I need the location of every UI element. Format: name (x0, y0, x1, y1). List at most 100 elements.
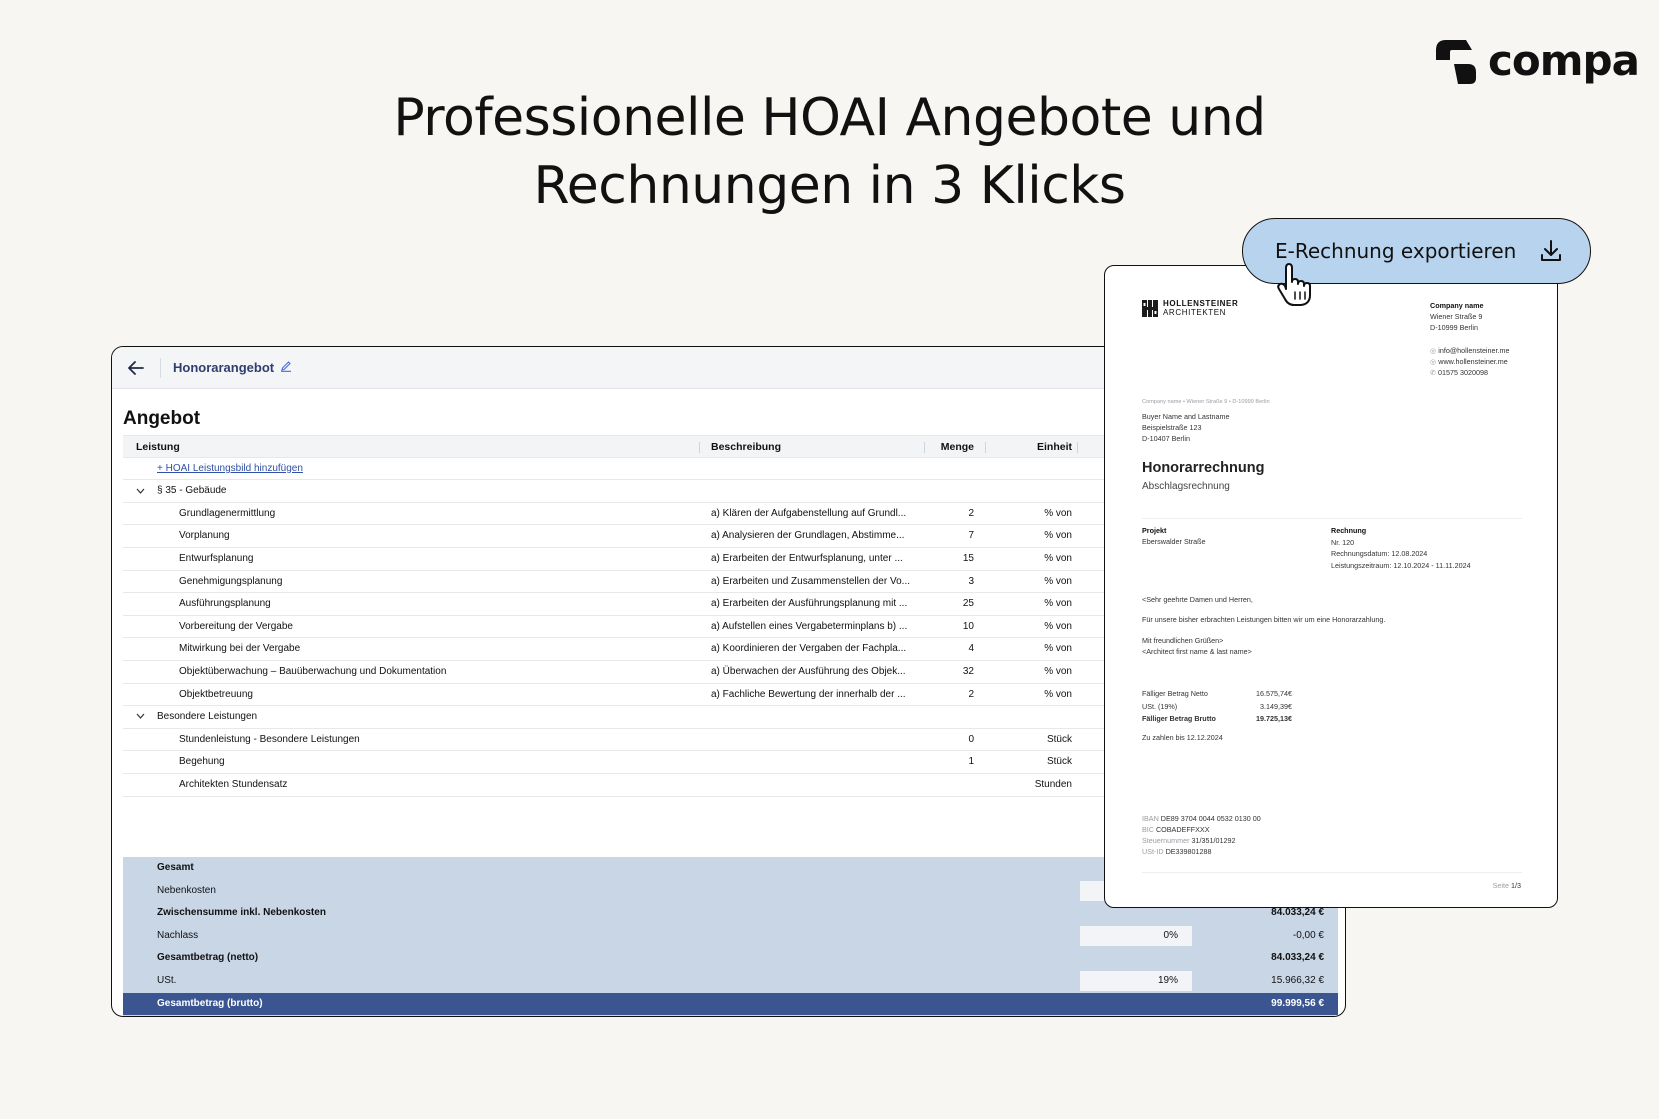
project-label: Projekt (1142, 526, 1167, 535)
buyer-name: Buyer Name and Lastname (1142, 412, 1230, 421)
totals-row: USt. 19% 15.966,32 € (123, 970, 1338, 993)
cell-menge[interactable]: 3 (968, 571, 974, 593)
cell-beschreibung: a) Klären der Aufgabenstellung auf Grund… (711, 507, 907, 519)
invoice-title: Honorarrechnung (1142, 460, 1265, 476)
column-header-menge[interactable]: Menge (941, 436, 974, 458)
invoice-subtitle: Abschlagsrechnung (1142, 481, 1230, 492)
cell-menge[interactable]: 7 (968, 525, 974, 547)
column-divider[interactable] (985, 442, 986, 453)
sender-line: Company name • Wiener Straße 9 • D-10999… (1142, 399, 1270, 405)
company-phone: 01575 3020098 (1438, 368, 1488, 377)
pencil-icon[interactable] (280, 360, 292, 375)
cell-einheit[interactable]: % von (1044, 571, 1072, 593)
totals-label: Gesamt (157, 862, 194, 873)
cell-menge[interactable]: 15 (963, 548, 974, 570)
totals-label: Zwischensumme inkl. Nebenkosten (157, 907, 326, 919)
architect-logo-mark-icon (1142, 299, 1158, 317)
totals-value: -0,00 € (1292, 929, 1324, 941)
cell-einheit[interactable]: % von (1044, 616, 1072, 638)
totals-value: 84.033,24 € (1271, 952, 1324, 964)
bank-label: Steuernummer (1142, 836, 1190, 845)
cell-einheit[interactable]: % von (1044, 661, 1072, 683)
cell-menge[interactable]: 10 (963, 616, 974, 638)
totals-label: Nebenkosten (157, 884, 216, 896)
cell-leistung: Genehmigungsplanung (179, 575, 283, 587)
cell-menge[interactable]: 2 (968, 503, 974, 525)
column-divider[interactable] (699, 442, 700, 453)
bank-label: USt-ID (1142, 847, 1164, 856)
project-block: Projekt Eberswalder Straße (1142, 525, 1206, 547)
cell-einheit[interactable]: % von (1044, 503, 1072, 525)
compa-logo-mark-icon (1436, 40, 1476, 84)
cell-leistung: Ausführungsplanung (179, 598, 271, 610)
chevron-down-icon[interactable] (136, 706, 145, 728)
column-header-leistung[interactable]: Leistung (136, 436, 180, 458)
percent-input[interactable]: 19% (1080, 970, 1192, 991)
cell-leistung: Vorbereitung der Vergabe (179, 620, 293, 632)
cell-leistung: Vorplanung (179, 530, 230, 542)
column-divider[interactable] (1077, 442, 1078, 453)
totals-label: Nachlass (157, 929, 199, 941)
cell-menge[interactable]: 1 (968, 751, 974, 773)
company-address: Company name Wiener Straße 9 D-10999 Ber… (1430, 300, 1484, 333)
invoice-preview: HOLLENSTEINER ARCHITEKTEN Company name W… (1104, 265, 1558, 908)
cell-leistung: Entwurfsplanung (179, 552, 254, 564)
column-header-einheit[interactable]: Einheit (1037, 436, 1072, 458)
column-header-beschreibung[interactable]: Beschreibung (711, 436, 781, 458)
group-title: § 35 - Gebäude (157, 485, 227, 497)
cell-einheit[interactable]: Stunden (1035, 774, 1072, 796)
cell-leistung: Begehung (179, 756, 225, 768)
download-icon (1541, 240, 1561, 261)
phone-icon: ✆ (1430, 368, 1439, 377)
company-city: D-10999 Berlin (1430, 323, 1478, 332)
totals-value: 99.999,56 € (1271, 997, 1324, 1009)
hand-pointer-icon (1277, 263, 1311, 306)
project-value: Eberswalder Straße (1142, 537, 1206, 546)
bank-row: IBAN DE89 3704 0044 0532 0130 00 (1142, 813, 1261, 824)
cell-beschreibung: a) Fachliche Bewertung der innerhalb der… (711, 688, 906, 700)
divider (1142, 518, 1522, 519)
totals-row: Gesamtbetrag (brutto) 99.999,56 € (123, 992, 1338, 1016)
cell-menge[interactable]: 25 (963, 593, 974, 615)
cell-einheit[interactable]: % von (1044, 525, 1072, 547)
cell-menge[interactable]: 4 (968, 638, 974, 660)
cell-beschreibung: a) Erarbeiten der Entwurfsplanung, unter… (711, 552, 903, 564)
page-label: Seite (1492, 881, 1509, 890)
invoice-number: Nr. 120 (1331, 537, 1355, 547)
cell-einheit[interactable]: Stück (1047, 729, 1072, 751)
signature: <Architect first name & last name> (1142, 647, 1252, 656)
architect-logo-line-2: ARCHITEKTEN (1163, 308, 1227, 317)
company-web: www.hollensteiner.me (1438, 357, 1508, 366)
cell-menge[interactable]: 32 (963, 661, 974, 683)
back-arrow-icon[interactable] (126, 358, 146, 378)
cell-leistung: Stundenleistung - Besondere Leistungen (179, 733, 360, 745)
page-value: 1/3 (1511, 881, 1521, 890)
greeting: <Sehr geehrte Damen und Herren, (1142, 595, 1253, 604)
chevron-down-icon[interactable] (136, 480, 145, 502)
cell-einheit[interactable]: % von (1044, 638, 1072, 660)
page-number: Seite 1/3 (1493, 881, 1521, 890)
amount-value: 16.575,74€ (1256, 689, 1292, 698)
amounts-block: Fälliger Betrag Netto 16.575,74€ USt. (19%… (1142, 688, 1292, 726)
bank-label: BIC (1142, 825, 1154, 834)
amount-label: Fälliger Betrag Brutto (1142, 714, 1216, 723)
closing-block: Mit freundlichen Grüßen> <Architect firs… (1142, 635, 1252, 657)
company-name: Company name (1430, 301, 1484, 310)
cell-einheit[interactable]: % von (1044, 548, 1072, 570)
company-email: info@hollensteiner.me (1438, 346, 1510, 355)
column-divider[interactable] (924, 442, 925, 453)
document-title[interactable]: Honorarangebot (173, 360, 274, 375)
cell-einheit[interactable]: Stück (1047, 751, 1072, 773)
cell-beschreibung: a) Überwachen der Ausführung des Objek..… (711, 665, 906, 677)
cell-einheit[interactable]: % von (1044, 593, 1072, 615)
cell-einheit[interactable]: % von (1044, 684, 1072, 706)
add-hoai-link[interactable]: + HOAI Leistungsbild hinzufügen (157, 458, 303, 480)
body-text: Für unsere bisher erbrachten Leistungen … (1142, 615, 1386, 624)
company-street: Wiener Straße 9 (1430, 312, 1483, 321)
cell-menge[interactable]: 0 (968, 729, 974, 751)
cell-menge[interactable]: 2 (968, 684, 974, 706)
totals-label: USt. (157, 974, 177, 986)
percent-input[interactable]: 0% (1080, 925, 1192, 946)
closing: Mit freundlichen Grüßen> (1142, 636, 1224, 645)
cell-beschreibung: a) Erarbeiten und Zusammenstellen der Vo… (711, 575, 910, 587)
